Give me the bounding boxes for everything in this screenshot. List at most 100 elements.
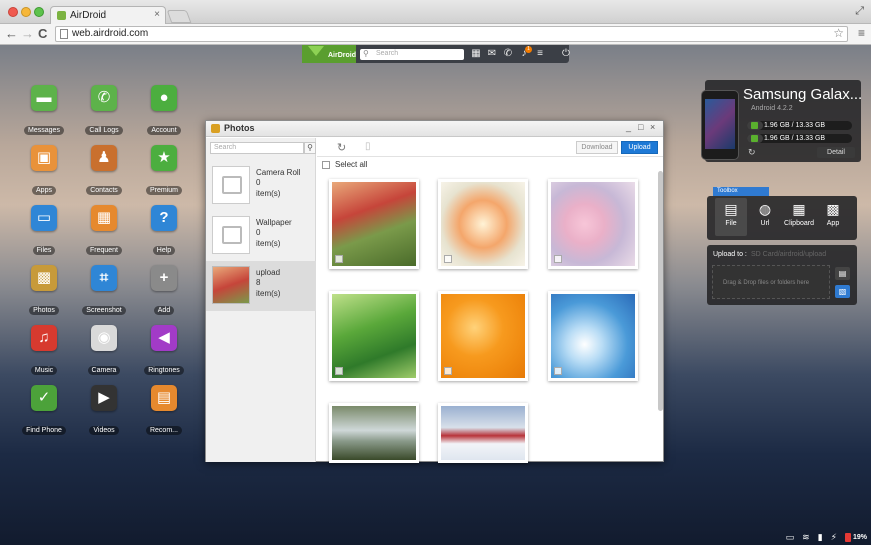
desktop-icon-find-phone[interactable]: ✓ Find Phone <box>19 385 69 435</box>
screen-mirror-icon[interactable]: ▭ <box>786 532 795 543</box>
desktop-icon-add[interactable]: + Add <box>139 265 189 315</box>
url-text[interactable]: web.airdroid.com <box>72 28 148 39</box>
toolbox-panel: ▤ File ◍ Url ▦ Clipboard ▩ App <box>707 196 857 240</box>
album-camera-roll[interactable]: Camera Roll 0 item(s) <box>206 161 316 211</box>
globe-icon: ◍ <box>758 201 772 217</box>
seafood-photo[interactable] <box>438 179 528 269</box>
airdroid-search-input[interactable]: ⚲ Search <box>360 49 464 60</box>
app-icon: + <box>151 265 177 291</box>
desktop-icon-frequent[interactable]: ▦ Frequent <box>79 205 129 255</box>
album-count: 0 <box>256 228 261 237</box>
flowers-sky-photo[interactable] <box>548 291 638 381</box>
address-bar[interactable]: web.airdroid.com ☆ <box>55 26 848 42</box>
reload-button[interactable]: C <box>38 26 47 42</box>
toolbox-clipboard[interactable]: ▦ Clipboard <box>783 198 815 236</box>
photo-image <box>441 294 525 378</box>
photos-window-titlebar[interactable]: Photos _ □ × <box>206 121 663 137</box>
album-unit: item(s) <box>256 239 281 248</box>
desktop-icon-files[interactable]: ▭ Files <box>19 205 69 255</box>
select-all-checkbox[interactable] <box>322 161 330 169</box>
tab-close-icon[interactable]: × <box>154 9 160 20</box>
app-icon: ● <box>151 85 177 111</box>
desktop-icon-music[interactable]: ♫ Music <box>19 325 69 375</box>
close-icon[interactable]: × <box>650 122 655 132</box>
upload-path[interactable]: SD Card/airdroid/upload <box>751 251 826 258</box>
toolbox-url[interactable]: ◍ Url <box>749 198 781 236</box>
photo-checkbox[interactable] <box>444 367 452 375</box>
desktop-icon-label: Apps <box>32 186 56 195</box>
power-icon[interactable]: ⏻ <box>560 46 572 62</box>
album-name: Wallpaper <box>256 218 292 227</box>
phone-status-bar: ▭ ≋ ▮ ⚡ 19% <box>786 529 871 545</box>
upload-to-label: Upload to : <box>713 251 747 258</box>
airdroid-logo-text: AirDroid <box>328 52 356 59</box>
drop-zone[interactable]: Drag & Drop files or folders here <box>712 265 830 299</box>
menu-icon[interactable]: ≡ <box>534 46 546 62</box>
desktop-icon-account[interactable]: ● Account <box>139 85 189 135</box>
snow-house-photo[interactable] <box>438 403 528 463</box>
desktop-icon-call-logs[interactable]: ✆ Call Logs <box>79 85 129 135</box>
forward-button[interactable]: → <box>21 26 34 42</box>
phone-icon[interactable]: ✆ <box>502 46 514 62</box>
close-window-button[interactable] <box>8 7 18 17</box>
desktop-icon-premium[interactable]: ★ Premium <box>139 145 189 195</box>
airdroid-logo[interactable]: AirDroid <box>302 45 356 63</box>
upload-folder-button[interactable]: ▤ <box>835 267 850 280</box>
maximize-icon[interactable]: □ <box>638 122 643 132</box>
orange-photo[interactable] <box>438 291 528 381</box>
trash-icon[interactable]: ▯ <box>365 141 371 152</box>
refresh-icon[interactable]: ↻ <box>748 147 756 158</box>
airdroid-favicon-icon <box>57 11 66 20</box>
search-icon[interactable]: ⚲ <box>304 142 316 154</box>
zoom-window-button[interactable] <box>34 7 44 17</box>
blossom-photo[interactable] <box>548 179 638 269</box>
upload-button[interactable]: Upload <box>621 141 658 154</box>
new-tab-button[interactable] <box>166 10 192 23</box>
photo-checkbox[interactable] <box>444 255 452 263</box>
grass-photo[interactable] <box>329 291 419 381</box>
upload-file-button[interactable]: ▧ <box>835 285 850 298</box>
desktop-icon-videos[interactable]: ▶ Videos <box>79 385 129 435</box>
photo-checkbox[interactable] <box>335 367 343 375</box>
tab-title: AirDroid <box>70 10 107 21</box>
bookmark-star-icon[interactable]: ☆ <box>833 26 844 40</box>
browser-tab[interactable]: AirDroid × <box>50 6 166 24</box>
cafe-photo[interactable] <box>329 179 419 269</box>
desktop-icon-contacts[interactable]: ♟ Contacts <box>79 145 129 195</box>
photo-image <box>441 406 525 460</box>
photo-search-input[interactable]: Search <box>210 142 304 154</box>
stream-photo[interactable] <box>329 403 419 463</box>
album-wallpaper[interactable]: Wallpaper 0 item(s) <box>206 211 316 261</box>
browser-menu-icon[interactable]: ≡ <box>858 26 865 40</box>
fullscreen-icon[interactable]: ⤢ <box>855 5 864 18</box>
notification-icon[interactable]: ♪ 1 <box>518 46 532 62</box>
download-button[interactable]: Download <box>576 141 618 154</box>
back-button[interactable]: ← <box>5 26 18 42</box>
desktop-icon-ringtones[interactable]: ◀ Ringtones <box>139 325 189 375</box>
detail-button[interactable]: Detail <box>817 147 855 158</box>
photo-checkbox[interactable] <box>554 367 562 375</box>
apps-grid-icon[interactable]: ▦ <box>470 46 482 62</box>
desktop-icon-messages[interactable]: ▬ Messages <box>19 85 69 135</box>
device-panel: Samsung Galax... Android 4.2.2 1.96 GB /… <box>701 80 862 162</box>
minimize-icon[interactable]: _ <box>626 122 631 132</box>
toolbox-tab[interactable]: Toolbox <box>713 187 769 196</box>
toolbox-app[interactable]: ▩ App <box>817 198 849 236</box>
mail-icon[interactable]: ✉ <box>486 46 498 62</box>
photo-checkbox[interactable] <box>554 255 562 263</box>
minimize-window-button[interactable] <box>21 7 31 17</box>
toolbox-file[interactable]: ▤ File <box>715 198 747 236</box>
desktop-icon-apps[interactable]: ▣ Apps <box>19 145 69 195</box>
desktop-icon-photos[interactable]: ▩ Photos <box>19 265 69 315</box>
album-upload[interactable]: upload 8 item(s) <box>206 261 316 311</box>
photo-grid-scrollbar[interactable] <box>658 171 663 411</box>
desktop-icon-recom[interactable]: ▤ Recom... <box>139 385 189 435</box>
desktop-icon-help[interactable]: ? Help <box>139 205 189 255</box>
refresh-icon[interactable]: ↻ <box>337 141 346 154</box>
toolbox-item-label: Clipboard <box>784 220 814 227</box>
desktop-icon-screenshot[interactable]: ⌗ Screenshot <box>79 265 129 315</box>
search-placeholder: Search <box>376 50 399 57</box>
desktop-icon-camera[interactable]: ◉ Camera <box>79 325 129 375</box>
app-icon: ▩ <box>826 201 840 217</box>
photo-checkbox[interactable] <box>335 255 343 263</box>
